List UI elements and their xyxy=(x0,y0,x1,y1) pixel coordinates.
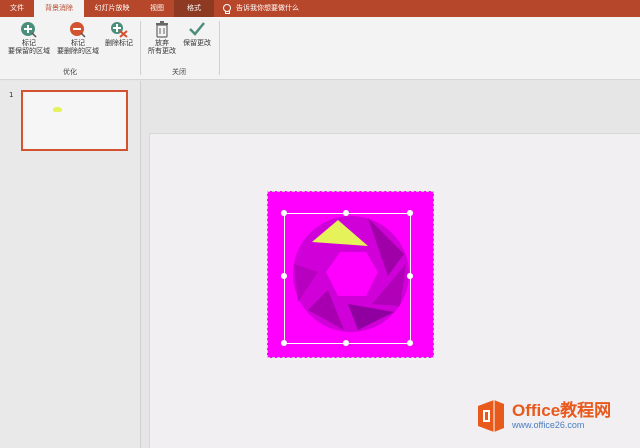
resize-handle-top-left[interactable] xyxy=(281,210,287,216)
slide-thumbnails-pane: 1 xyxy=(0,81,141,448)
resize-handle-left[interactable] xyxy=(281,273,287,279)
tell-me-search[interactable]: 告诉我你想要做什么 xyxy=(222,0,299,17)
resize-handle-bottom[interactable] xyxy=(343,340,349,346)
group-label-close: 关闭 xyxy=(172,68,186,76)
keep-changes-label: 保留更改 xyxy=(183,39,211,47)
minus-circle-icon xyxy=(70,22,86,38)
mark-keep-line1: 标记 xyxy=(22,39,36,47)
resize-handle-bottom-right[interactable] xyxy=(407,340,413,346)
tab-file[interactable]: 文件 xyxy=(0,0,34,17)
lightbulb-icon xyxy=(222,3,231,14)
tell-me-text: 告诉我你想要做什么 xyxy=(236,4,299,12)
slide-thumbnail[interactable] xyxy=(21,90,128,151)
resize-handle-bottom-left[interactable] xyxy=(281,340,287,346)
resize-handle-top-right[interactable] xyxy=(407,210,413,216)
tab-background-removal[interactable]: 背景消除 xyxy=(34,0,84,17)
selection-box[interactable] xyxy=(284,213,411,344)
mark-keep-button[interactable]: 标记 要保留的区域 xyxy=(4,20,54,55)
resize-handle-right[interactable] xyxy=(407,273,413,279)
trash-icon xyxy=(156,21,168,38)
group-label-optimize: 优化 xyxy=(63,68,77,76)
tab-format[interactable]: 格式 xyxy=(174,0,214,17)
plus-circle-icon xyxy=(21,22,37,38)
discard-changes-button[interactable]: 放弃 所有更改 xyxy=(144,20,180,55)
slide-number: 1 xyxy=(9,91,14,99)
group-separator xyxy=(219,21,220,75)
office-logo-icon xyxy=(478,400,504,432)
ribbon: 标记 要保留的区域 标记 要删除的区域 删除标记 优化 放弃 所有更改 保留更改… xyxy=(0,17,640,80)
delete-mark-label: 删除标记 xyxy=(105,39,133,47)
watermark: Office教程网 www.office26.com xyxy=(474,398,611,434)
discard-line2: 所有更改 xyxy=(148,47,176,55)
thumbnail-shape xyxy=(53,107,62,112)
discard-line1: 放弃 xyxy=(155,39,169,47)
delete-mark-icon xyxy=(111,22,128,38)
group-separator xyxy=(140,21,141,75)
tab-slideshow[interactable]: 幻灯片放映 xyxy=(84,0,140,17)
watermark-title: Office教程网 xyxy=(512,401,612,420)
mark-remove-line2: 要删除的区域 xyxy=(57,47,99,55)
tab-view[interactable]: 视图 xyxy=(140,0,174,17)
watermark-url: www.office26.com xyxy=(512,420,585,430)
delete-mark-button[interactable]: 删除标记 xyxy=(101,20,137,47)
mark-keep-line2: 要保留的区域 xyxy=(8,47,50,55)
mark-remove-line1: 标记 xyxy=(71,39,85,47)
keep-changes-button[interactable]: 保留更改 xyxy=(180,20,214,47)
resize-handle-top[interactable] xyxy=(343,210,349,216)
mark-remove-button[interactable]: 标记 要删除的区域 xyxy=(54,20,102,55)
ribbon-tab-bar: 文件 背景消除 幻灯片放映 视图 格式 告诉我你想要做什么 xyxy=(0,0,640,17)
checkmark-icon xyxy=(189,22,205,36)
